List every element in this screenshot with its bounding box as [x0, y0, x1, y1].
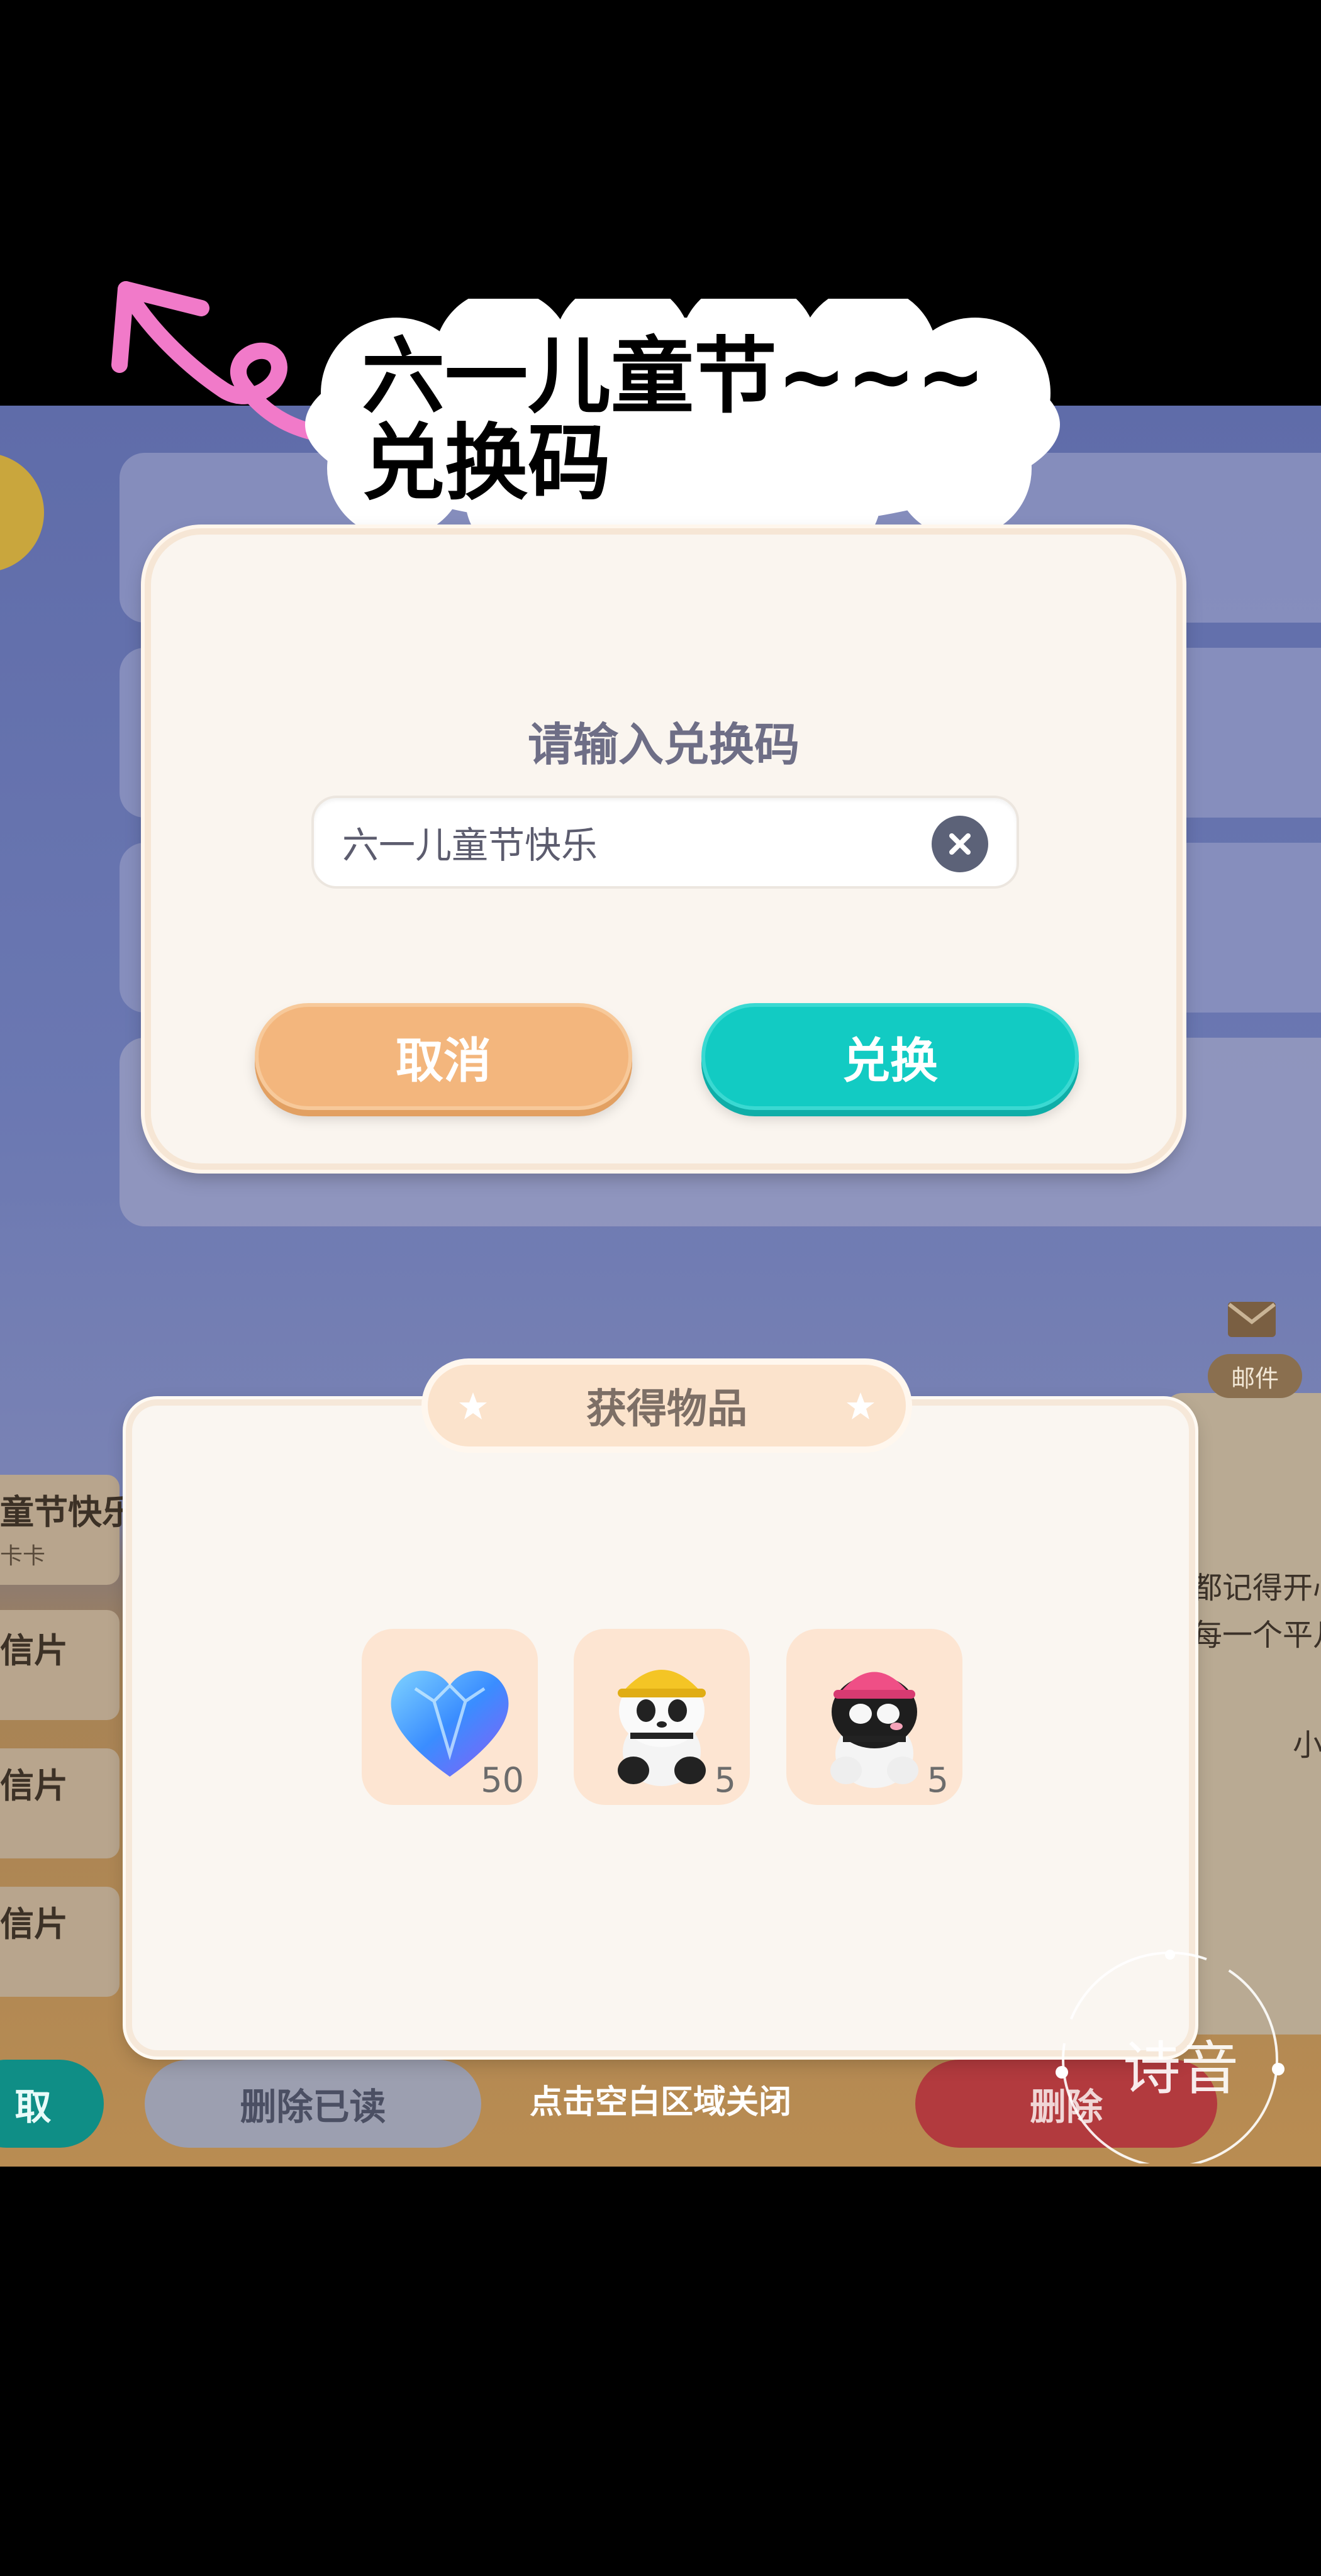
- item-count: 5: [714, 1760, 736, 1800]
- items-header: 获得物品: [421, 1358, 912, 1453]
- mail-list-title: 信片: [0, 1766, 68, 1806]
- item-slot[interactable]: 5: [786, 1629, 962, 1805]
- star-icon: [459, 1392, 487, 1419]
- mail-label: 邮件: [1208, 1354, 1302, 1398]
- annotation-title: 六一儿童节~~~ 兑换码: [362, 328, 986, 512]
- code-field[interactable]: [311, 796, 1019, 889]
- item-slot[interactable]: 5: [574, 1629, 750, 1805]
- items-title: 获得物品: [586, 1386, 747, 1433]
- redeem-code-dialog: 请输入兑换码 取消 兑换: [145, 528, 1183, 1170]
- mail-icon: [1228, 1302, 1276, 1337]
- cancel-button[interactable]: 取消: [255, 1003, 632, 1110]
- clear-input-button[interactable]: [932, 816, 988, 872]
- watermark-text: 诗音: [1123, 2035, 1239, 2102]
- mail-content-text: 都记得开心: [1192, 1570, 1321, 1606]
- item-count: 50: [481, 1760, 524, 1800]
- mail-list-title: 童节快乐: [0, 1492, 136, 1532]
- item-count: 5: [927, 1760, 949, 1800]
- item-slot[interactable]: 50: [362, 1629, 538, 1805]
- obtained-items-panel: 获得物品 50 5 5: [126, 1358, 1195, 2057]
- redeem-prompt: 请输入兑换码: [527, 718, 800, 771]
- panda-yellow-hat-icon: [618, 1670, 706, 1786]
- avatar-badge: [0, 453, 44, 572]
- redeem-button[interactable]: 兑换: [701, 1003, 1079, 1110]
- mail-list-title: 信片: [0, 1904, 68, 1944]
- mail-content-text: 小: [1293, 1728, 1321, 1763]
- panda-pink-hat-icon: [830, 1672, 918, 1788]
- mail-list-title: 信片: [0, 1631, 68, 1670]
- close-icon: [949, 833, 971, 855]
- star-icon: [847, 1392, 874, 1419]
- redeem-code-input[interactable]: [342, 798, 908, 886]
- mail-list-subtitle: 卡卡: [0, 1543, 46, 1569]
- mail-content-text: 每一个平凡: [1192, 1618, 1321, 1653]
